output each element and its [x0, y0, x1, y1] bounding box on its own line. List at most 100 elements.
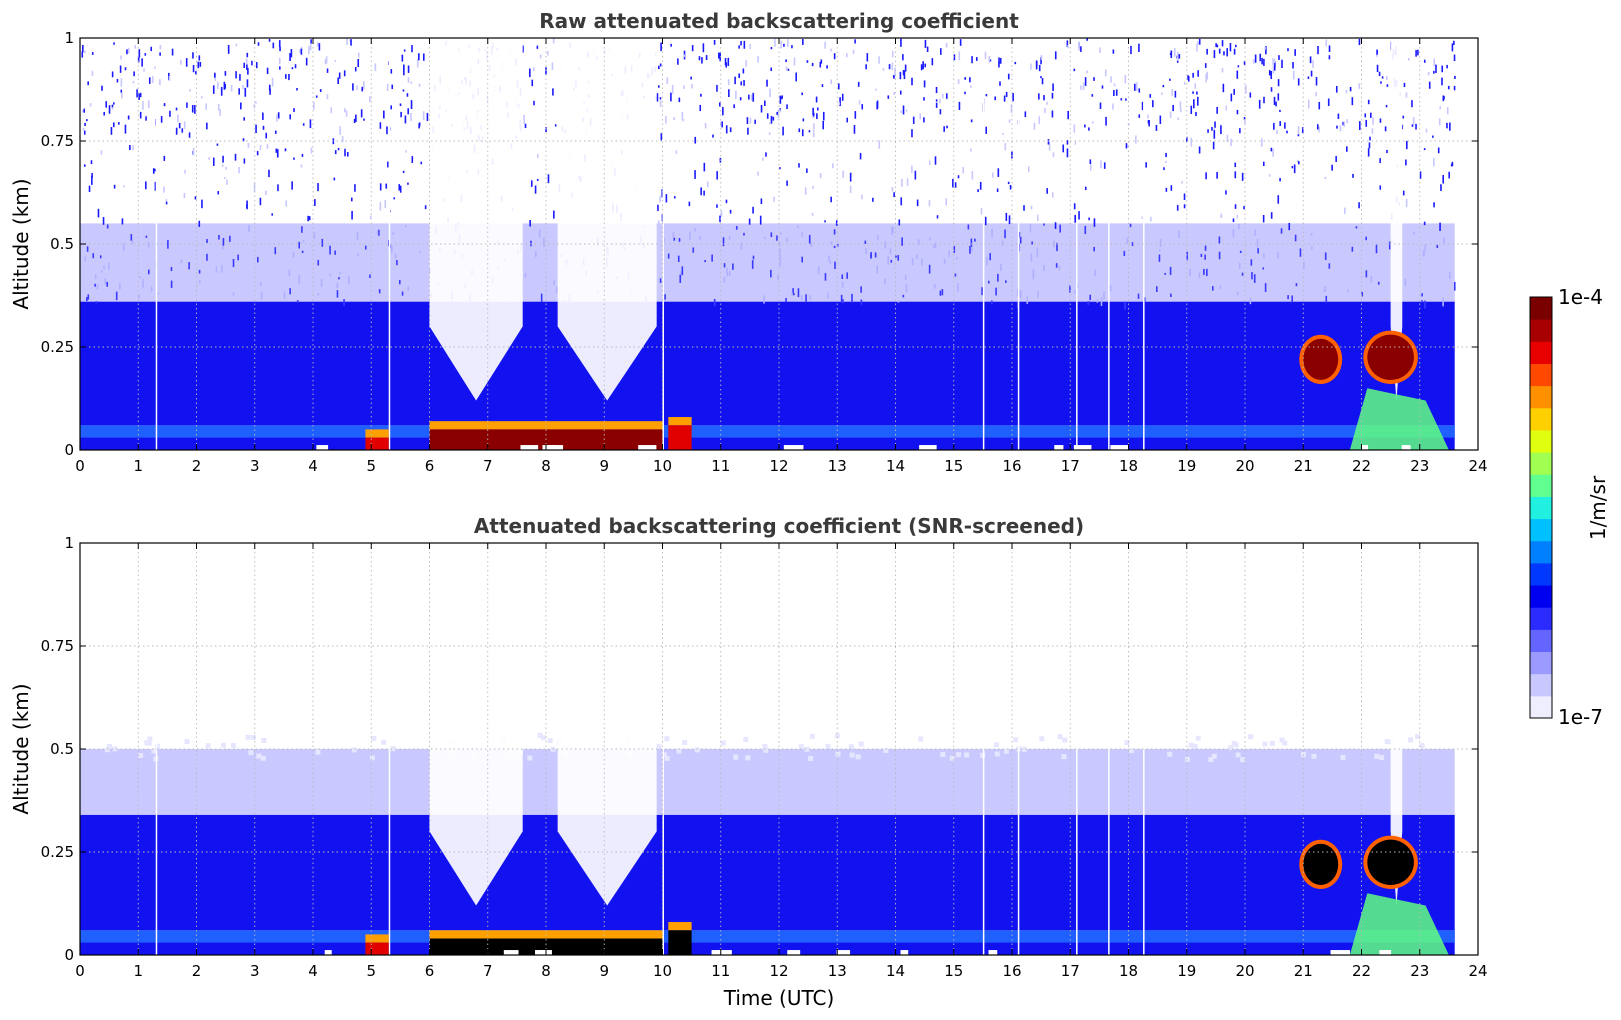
bottom-y-axis-label: Altitude (km): [9, 683, 33, 814]
bottom-xtick-label: 14: [886, 962, 905, 980]
top-xtick-label: 11: [711, 457, 730, 475]
bottom-xtick-label: 8: [541, 962, 551, 980]
bottom-ytick-label: 0.25: [41, 843, 74, 861]
bottom-dropout-2: [662, 543, 664, 955]
top-ytick-label: 0.75: [41, 132, 74, 150]
bottom-chart-title: Attenuated backscattering coefficient (S…: [474, 514, 1084, 538]
bottom-xtick-label: 11: [711, 962, 730, 980]
top-feature-1: [365, 437, 389, 450]
colorbar-step: [1530, 562, 1552, 586]
colorbar-step: [1530, 407, 1552, 431]
top-clear-gap-1: [557, 38, 657, 401]
top-xtick-label: 5: [366, 457, 376, 475]
bottom-xtick-label: 21: [1294, 962, 1313, 980]
bottom-xtick-label: 17: [1061, 962, 1080, 980]
top-ytick-label: 0.25: [41, 338, 74, 356]
top-feature-edge-1: [365, 429, 389, 438]
bottom-feature-edge-2: [668, 922, 692, 931]
top-xtick-label: 7: [483, 457, 493, 475]
bottom-surface-band: [80, 930, 1455, 943]
top-y-axis-label: Altitude (km): [9, 178, 33, 309]
bottom-feature-edge-0: [429, 930, 663, 939]
colorbar-step: [1530, 429, 1552, 453]
x-axis-label: Time (UTC): [723, 986, 835, 1010]
top-chart-title: Raw attenuated backscattering coefficien…: [539, 9, 1019, 33]
bottom-dropout-1: [388, 543, 391, 955]
top-dropout-5: [1076, 38, 1078, 450]
top-xtick-label: 19: [1177, 457, 1196, 475]
top-surface-band: [80, 425, 1455, 438]
colorbar-step: [1530, 385, 1552, 409]
colorbar-step: [1530, 585, 1552, 608]
top-xtick-label: 14: [886, 457, 905, 475]
top-ytick-label: 1: [64, 29, 74, 47]
bottom-xtick-label: 20: [1235, 962, 1254, 980]
bottom-xtick-label: 13: [828, 962, 847, 980]
top-ytick-label: 0.5: [50, 235, 74, 253]
bottom-xtick-label: 2: [192, 962, 202, 980]
top-xtick-label: 8: [541, 457, 551, 475]
colorbar-step: [1530, 629, 1552, 653]
colorbar-step: [1530, 363, 1552, 387]
colorbar-min-label: 1e-7: [1558, 705, 1603, 729]
colorbar-step: [1530, 297, 1552, 320]
bottom-feature-4: [1367, 839, 1414, 885]
top-xtick-label: 3: [250, 457, 260, 475]
bottom-ytick-label: 0.75: [41, 637, 74, 655]
colorbar-step: [1530, 518, 1552, 542]
top-feature-2: [668, 425, 692, 450]
top-xtick-label: 10: [653, 457, 672, 475]
bottom-dropout-5: [1076, 543, 1078, 955]
bottom-clear-gap-0: [429, 543, 523, 906]
snr-screened-panel: Attenuated backscattering coefficient (S…: [9, 514, 1488, 1010]
bottom-layer-0: [80, 749, 1455, 815]
bottom-ytick-label: 0: [64, 946, 74, 964]
bottom-clear-gap-1: [557, 543, 657, 906]
top-xtick-label: 12: [769, 457, 788, 475]
top-xtick-label: 16: [1002, 457, 1021, 475]
colorbar: 1e-4 1e-7 1/m/sr: [1529, 285, 1610, 729]
top-xtick-label: 15: [944, 457, 963, 475]
bottom-xtick-label: 18: [1119, 962, 1138, 980]
bottom-xtick-label: 12: [769, 962, 788, 980]
bottom-feature-edge-1: [365, 934, 389, 943]
top-xtick-label: 1: [133, 457, 143, 475]
colorbar-step: [1530, 540, 1552, 564]
top-dropout-4: [1017, 38, 1020, 450]
bottom-heatmap: [80, 543, 1455, 955]
bottom-xtick-label: 0: [75, 962, 85, 980]
top-heatmap: [80, 38, 1456, 450]
top-xtick-label: 13: [828, 457, 847, 475]
bottom-ytick-label: 1: [64, 534, 74, 552]
bottom-xtick-label: 19: [1177, 962, 1196, 980]
top-xtick-label: 4: [308, 457, 318, 475]
colorbar-step: [1530, 319, 1552, 342]
bottom-xtick-label: 16: [1002, 962, 1021, 980]
top-xtick-label: 18: [1119, 457, 1138, 475]
figure: Raw attenuated backscattering coefficien…: [9, 9, 1610, 1010]
bottom-xtick-label: 24: [1468, 962, 1487, 980]
bottom-xtick-label: 1: [133, 962, 143, 980]
bottom-feature-1: [365, 942, 389, 955]
colorbar-step: [1530, 607, 1552, 630]
top-xtick-label: 23: [1410, 457, 1429, 475]
top-xtick-label: 6: [425, 457, 435, 475]
top-xtick-label: 9: [599, 457, 609, 475]
colorbar-unit-label: 1/m/sr: [1586, 475, 1610, 540]
bottom-xtick-label: 10: [653, 962, 672, 980]
raw-backscatter-panel: Raw attenuated backscattering coefficien…: [9, 9, 1488, 475]
colorbar-step: [1530, 496, 1552, 520]
bottom-xtick-label: 22: [1352, 962, 1371, 980]
bottom-xtick-label: 23: [1410, 962, 1429, 980]
top-xtick-label: 2: [192, 457, 202, 475]
top-xtick-label: 24: [1468, 457, 1487, 475]
top-ytick-label: 0: [64, 441, 74, 459]
top-xtick-label: 20: [1235, 457, 1254, 475]
top-clear-gap-0: [429, 38, 523, 401]
colorbar-step: [1530, 341, 1552, 364]
colorbar-step: [1530, 474, 1552, 497]
bottom-xtick-label: 15: [944, 962, 963, 980]
top-dropout-3: [982, 38, 985, 450]
bottom-xtick-label: 5: [366, 962, 376, 980]
bottom-ytick-label: 0.5: [50, 740, 74, 758]
